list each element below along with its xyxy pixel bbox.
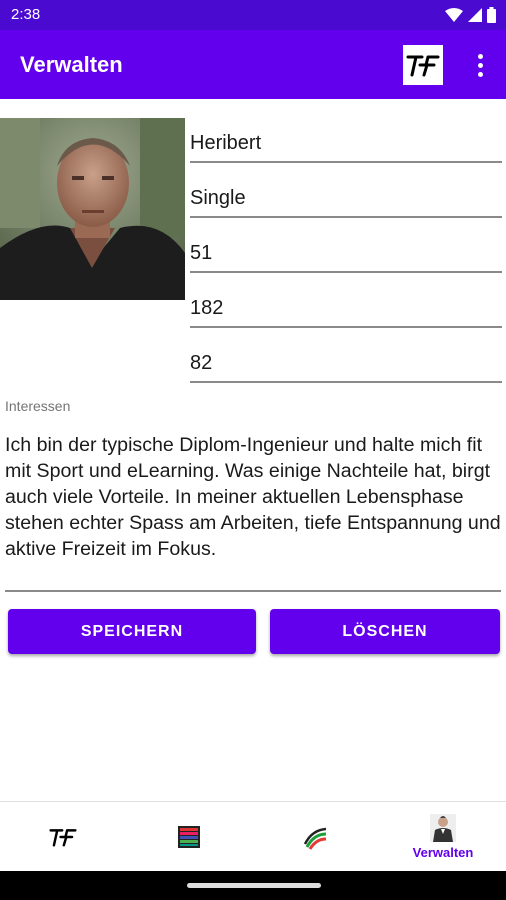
tf-logo-icon — [49, 829, 77, 847]
tf-logo-icon — [406, 55, 440, 77]
delete-button[interactable]: LÖSCHEN — [270, 609, 500, 654]
menu-dot — [477, 62, 483, 68]
nav-item-label: Verwalten — [412, 845, 474, 860]
nav-item-verwalten[interactable]: Verwalten — [380, 802, 506, 872]
signal-icon — [468, 8, 482, 22]
height-field[interactable]: 182 — [190, 283, 502, 328]
color-stripes-icon — [178, 826, 200, 848]
nav-item-list[interactable] — [126, 802, 252, 872]
wifi-icon — [445, 8, 463, 22]
relationship-status-field[interactable]: Single — [190, 173, 502, 218]
overflow-menu-button[interactable] — [470, 50, 490, 80]
name-field[interactable]: Heribert — [190, 118, 502, 163]
nav-item-flag[interactable] — [252, 802, 378, 872]
profile-photo[interactable] — [0, 118, 185, 300]
person-icon — [430, 814, 456, 842]
tf-logo-button[interactable] — [403, 45, 443, 85]
profile-photo-image — [0, 118, 185, 300]
save-button[interactable]: SPEICHERN — [8, 609, 256, 654]
status-bar: 2:38 — [0, 0, 506, 30]
weight-field[interactable]: 82 — [190, 338, 502, 383]
age-field[interactable]: 51 — [190, 228, 502, 273]
app-bar: Verwalten — [0, 30, 506, 99]
menu-dot — [477, 71, 483, 77]
interests-label: Interessen — [5, 398, 71, 414]
status-icons — [445, 7, 496, 23]
nav-item-home[interactable] — [0, 802, 126, 872]
bottom-navigation: Verwalten — [0, 801, 506, 871]
status-time: 2:38 — [11, 6, 41, 23]
battery-icon — [487, 7, 496, 23]
home-gesture-handle[interactable] — [187, 883, 321, 888]
flag-arc-icon — [303, 827, 327, 850]
system-navigation-bar — [0, 871, 506, 900]
interests-field[interactable]: Ich bin der typische Diplom-Ingenieur un… — [5, 432, 501, 592]
menu-dot — [477, 53, 483, 59]
page-title: Verwalten — [20, 52, 123, 77]
